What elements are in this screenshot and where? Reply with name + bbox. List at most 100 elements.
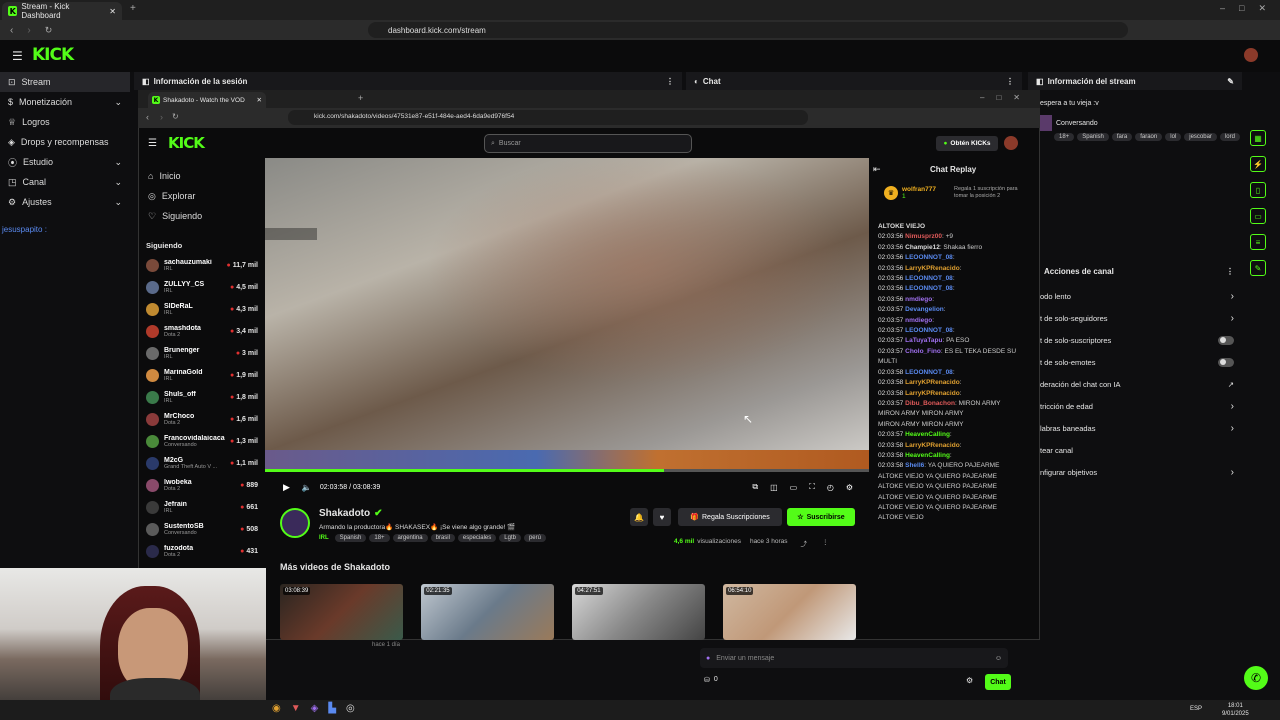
- external-link-icon[interactable]: ↗: [1228, 380, 1234, 389]
- collapse-chat-icon[interactable]: ⇤: [873, 164, 881, 175]
- channel-tag[interactable]: especiales: [457, 534, 497, 542]
- emoji-icon[interactable]: ☺: [995, 655, 1002, 662]
- new-tab-icon[interactable]: +: [130, 3, 136, 14]
- gift-subs-button[interactable]: 🎁 Regala Suscripciones: [678, 508, 782, 526]
- following-item[interactable]: ZULLYY_CS IRL ● 4,5 mil: [140, 276, 264, 298]
- following-item[interactable]: lwobeka Dota 2 ● 889: [140, 474, 264, 496]
- chevron-right-icon[interactable]: ›: [1231, 467, 1234, 478]
- following-item[interactable]: fuzodota Dota 2 ● 431: [140, 540, 264, 562]
- chrome-icon[interactable]: ◉: [272, 703, 281, 714]
- channel-tag[interactable]: argentina: [392, 534, 428, 542]
- volume-icon[interactable]: 🔈: [302, 483, 312, 492]
- more-icon[interactable]: ⋮: [1226, 267, 1234, 276]
- video-player[interactable]: ↖: [265, 158, 869, 472]
- chat-username[interactable]: Devangelion: [905, 306, 944, 313]
- list-icon[interactable]: ≡: [1250, 234, 1266, 250]
- following-item[interactable]: sachauzumaki IRL ● 11,7 mil: [140, 254, 264, 276]
- chat-username[interactable]: Nimusprz00: [905, 233, 942, 240]
- video-thumb[interactable]: 03:08:39: [280, 584, 404, 640]
- toggle-switch[interactable]: [1218, 335, 1234, 345]
- following-item[interactable]: SustentoSB Conversando ● 508: [140, 518, 264, 540]
- following-item[interactable]: MrChoco Dota 2 ● 1,6 mil: [140, 408, 264, 430]
- gear-icon[interactable]: ⚙: [966, 676, 973, 685]
- stream-tag[interactable]: Spanish: [1077, 133, 1109, 141]
- channel-tag[interactable]: 18+: [369, 534, 390, 542]
- channel-action-item[interactable]: t de solo-seguidores ›: [1040, 307, 1242, 329]
- subscribe-button[interactable]: ☆ Suscribirse: [787, 508, 855, 526]
- channel-action-item[interactable]: t de solo-suscriptores: [1040, 329, 1242, 351]
- stream-tag[interactable]: fara: [1111, 133, 1133, 141]
- channel-tag[interactable]: brasil: [430, 534, 455, 542]
- chevron-right-icon[interactable]: ›: [1231, 291, 1234, 302]
- chat-username[interactable]: LEOONNOT_08: [905, 254, 953, 261]
- stream-tag[interactable]: faraon: [1135, 133, 1163, 141]
- menu-icon[interactable]: ☰: [12, 49, 23, 63]
- channel-action-item[interactable]: odo lento ›: [1040, 285, 1242, 307]
- chevron-right-icon[interactable]: ›: [1231, 423, 1234, 434]
- chat-username[interactable]: LarryKPRenacido: [905, 442, 960, 449]
- nav-inicio[interactable]: ⌂ Inicio: [140, 166, 262, 186]
- sidebar-item-estudio[interactable]: ⦿ Estudio ⌄: [0, 152, 130, 172]
- following-item[interactable]: Francovidalaicaca... Conversando ● 1,3 mil: [140, 430, 264, 452]
- video-thumb[interactable]: 06:54:10: [723, 584, 856, 640]
- chat-username[interactable]: LEOONNOT_08: [905, 369, 953, 376]
- channel-action-item[interactable]: nfigurar objetivos ›: [1040, 461, 1242, 483]
- following-item[interactable]: M2cG Grand Theft Auto V ... ● 1,1 mil: [140, 452, 264, 474]
- stream-tag[interactable]: jescobar: [1184, 133, 1217, 141]
- fullscreen-icon[interactable]: ⛶: [809, 482, 815, 492]
- back-icon[interactable]: ‹: [146, 112, 149, 122]
- window-controls-icon[interactable]: –□✕: [980, 93, 1032, 102]
- channel-action-item[interactable]: t de solo-emotes: [1040, 351, 1242, 373]
- speed-icon[interactable]: ◴: [827, 483, 834, 492]
- nav-explorar[interactable]: ◎ Explorar: [140, 186, 262, 206]
- chat-username[interactable]: LEOONNOT_08: [905, 327, 953, 334]
- get-kicks-button[interactable]: ● Obtén KICKs: [936, 136, 998, 151]
- sidebar-item-monetizacion[interactable]: $ Monetización ⌄: [0, 92, 130, 112]
- chat-input[interactable]: ● Enviar un mensaje ☺: [700, 648, 1008, 668]
- chat-username[interactable]: LEOONNOT_08: [905, 275, 953, 282]
- share-icon[interactable]: ⤴: [801, 538, 808, 548]
- new-tab-icon[interactable]: +: [358, 93, 363, 103]
- menu-icon[interactable]: ☰: [148, 138, 157, 149]
- nav-siguiendo[interactable]: ♡ Siguiendo: [140, 206, 262, 226]
- video-thumb[interactable]: 04:27:51: [572, 584, 706, 640]
- reload-icon[interactable]: ↻: [45, 25, 53, 36]
- chat-username[interactable]: HeavenCalling: [905, 452, 950, 459]
- chat-username[interactable]: Shell6: [905, 462, 924, 469]
- channel-action-item[interactable]: tricción de edad ›: [1040, 395, 1242, 417]
- sidebar-item-ajustes[interactable]: ⚙ Ajustes ⌄: [0, 192, 130, 212]
- settings-icon[interactable]: ⚙: [846, 483, 853, 492]
- video-thumb[interactable]: 02:21:35: [421, 584, 555, 640]
- channel-name[interactable]: Shakadoto: [319, 508, 370, 519]
- channel-tag[interactable]: Spanish: [334, 534, 367, 542]
- back-icon[interactable]: ‹: [10, 25, 13, 36]
- channel-action-item[interactable]: labras baneadas ›: [1040, 417, 1242, 439]
- clip-icon[interactable]: ◫: [770, 483, 778, 492]
- emote-icon[interactable]: ●: [706, 655, 710, 662]
- chat-username[interactable]: nmdiego: [905, 296, 932, 303]
- browser-tab[interactable]: K Stream - Kick Dashboard ✕: [2, 2, 122, 20]
- chat-username[interactable]: ALTOKE VIEJO: [878, 223, 925, 230]
- channel-tag[interactable]: Lgtb: [499, 534, 521, 542]
- stream-tag[interactable]: lord: [1219, 133, 1240, 141]
- channel-category[interactable]: IRL: [319, 535, 329, 541]
- chat-username[interactable]: nmdiego: [905, 317, 932, 324]
- chat-username[interactable]: LarryKPRenacido: [905, 379, 960, 386]
- avatar[interactable]: [1244, 48, 1258, 62]
- avatar[interactable]: [1004, 136, 1018, 150]
- kick-logo[interactable]: KICK: [32, 45, 74, 65]
- following-item[interactable]: SlDeRaL IRL ● 4,3 mil: [140, 298, 264, 320]
- bolt-icon[interactable]: ⚡: [1250, 156, 1266, 172]
- wrench-icon[interactable]: ✎: [1250, 260, 1266, 276]
- channel-action-item[interactable]: deración del chat con IA ↗: [1040, 373, 1242, 395]
- following-item[interactable]: smashdota Dota 2 ● 3,4 mil: [140, 320, 264, 342]
- chat-username[interactable]: Cholo_Fino: [905, 348, 941, 355]
- following-item[interactable]: Brunenger IRL ● 3 mil: [140, 342, 264, 364]
- heart-icon[interactable]: ♥: [653, 508, 671, 526]
- vod-address-input[interactable]: kick.com/shakadoto/videos/47531e87-e51f-…: [288, 110, 808, 125]
- chevron-right-icon[interactable]: ›: [1231, 401, 1234, 412]
- chat-send-button[interactable]: Chat: [985, 674, 1011, 690]
- sidebar-item-stream[interactable]: ⊡ Stream: [0, 72, 130, 92]
- bell-icon[interactable]: 🔔: [630, 508, 648, 526]
- forward-icon[interactable]: ›: [27, 25, 30, 36]
